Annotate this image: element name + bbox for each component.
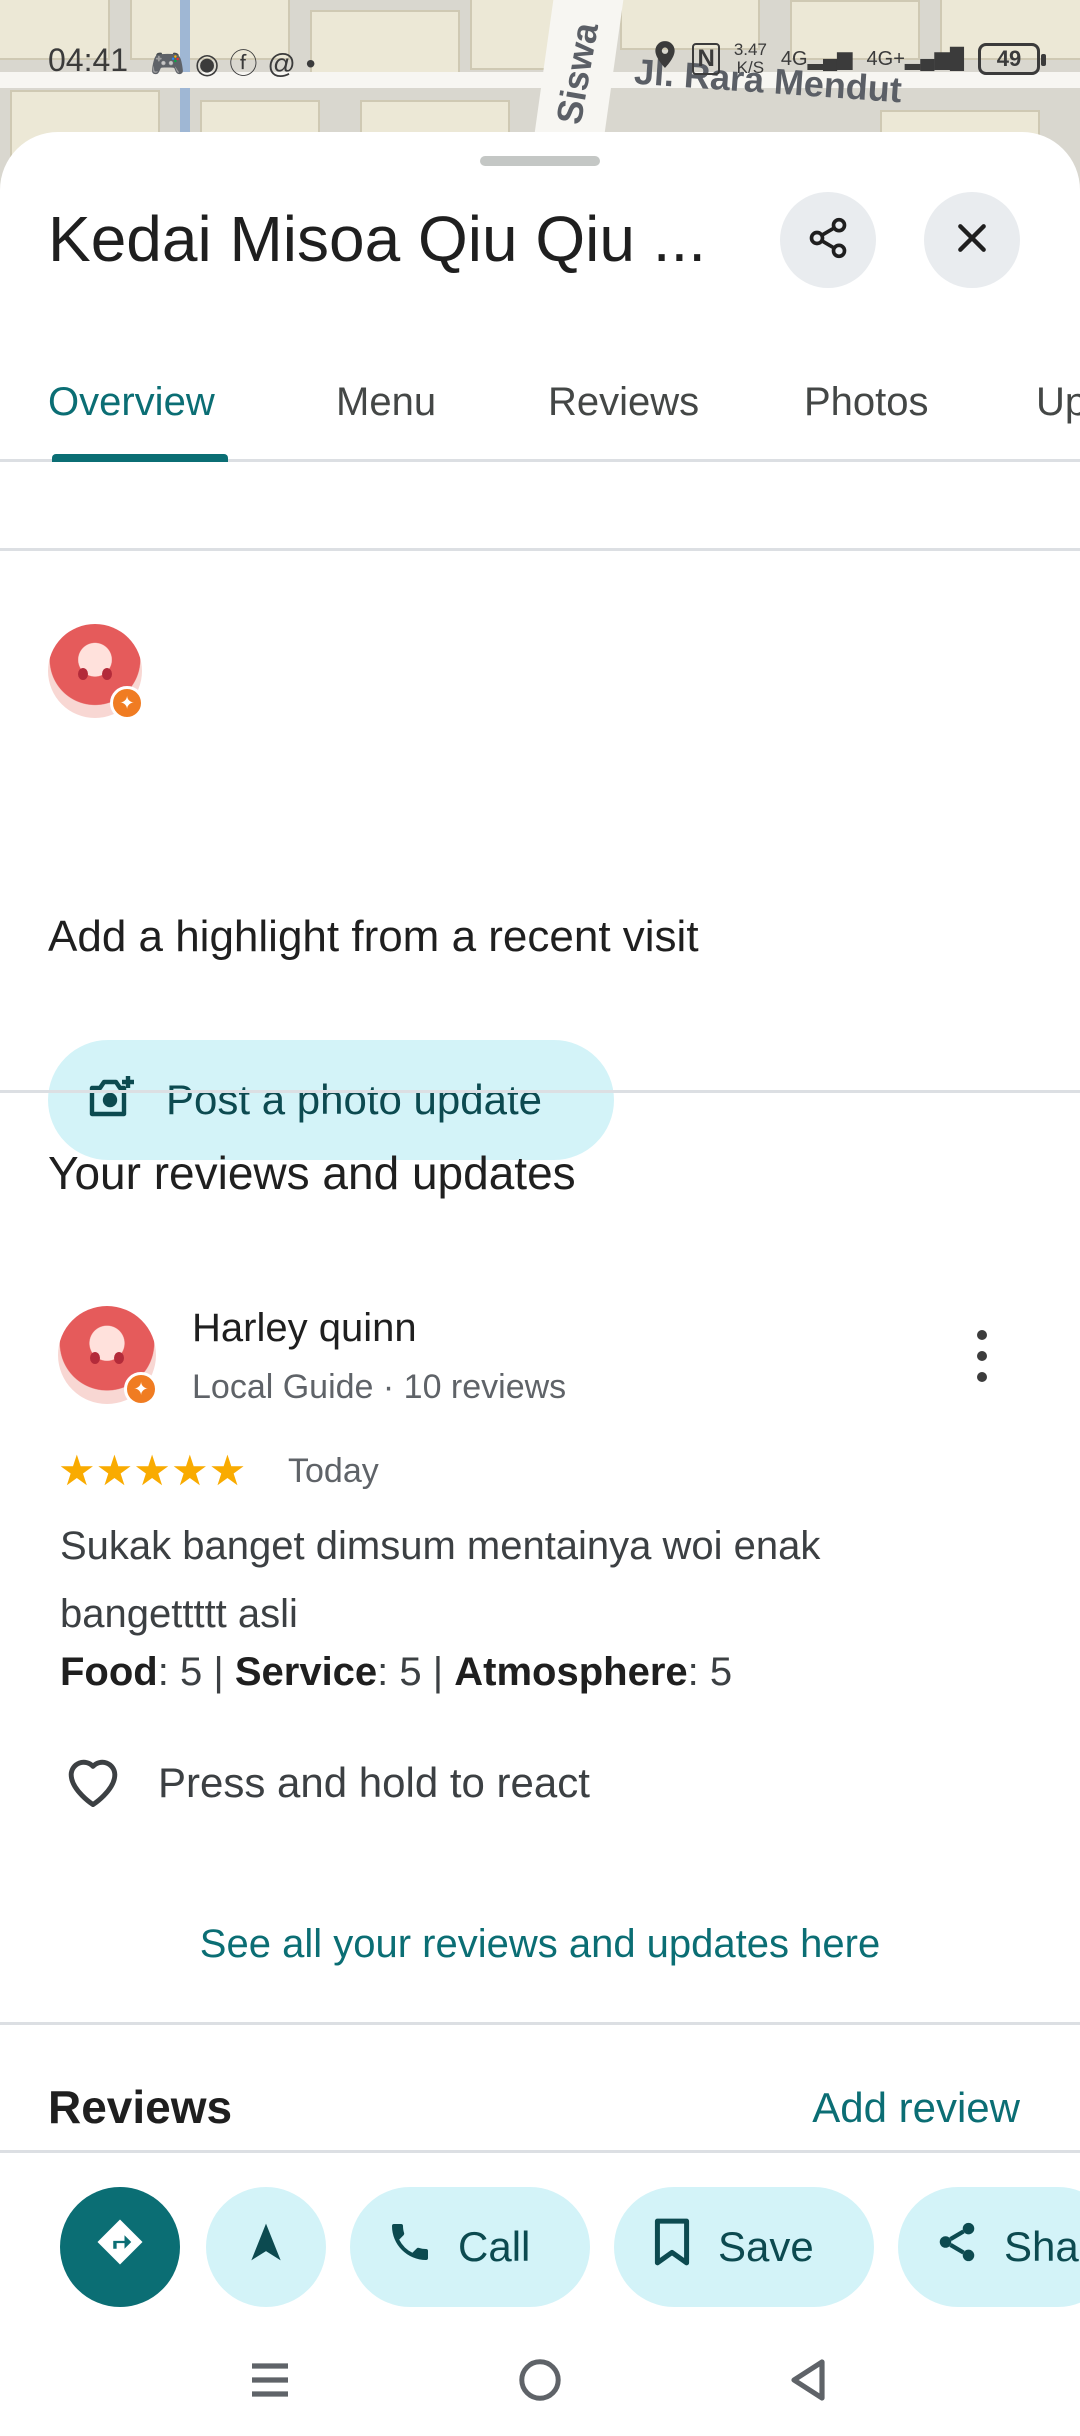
avatar-eye [90,1352,100,1364]
reviewer-name[interactable]: Harley quinn [192,1306,417,1351]
food-value: : 5 | [157,1650,235,1694]
network-label: 4G [780,48,808,70]
app-notification-icon: ◉ [194,48,230,79]
heart-icon [60,1750,126,1815]
save-button[interactable]: Save [614,2187,874,2307]
post-photo-update-button[interactable]: Post a photo update [48,1040,614,1160]
action-bar: Call Save Sha [0,2150,1080,2328]
active-tab-indicator [52,454,228,462]
avatar-eye [78,668,88,680]
add-photo-icon [86,1074,138,1127]
your-reviews-title: Your reviews and updates [48,1147,576,1199]
drag-handle[interactable] [480,156,600,166]
more-notifications-dot-icon: • [305,48,326,79]
share-place-button[interactable]: Sha [898,2187,1080,2307]
battery-level: 49 [996,45,1022,71]
threads-icon: @ [267,48,306,79]
nfc-icon: N [692,42,720,75]
react-button[interactable]: Press and hold to react [60,1750,590,1815]
navigation-arrow-icon [244,2218,288,2276]
avatar-eye [114,1352,124,1364]
facebook-icon: ⓕ [229,48,268,79]
highlight-title: Add a highlight from a recent visit [48,912,699,961]
service-value: : 5 | [377,1650,455,1694]
review-text: Sukak banget dimsum mentainya woi enak b… [60,1524,821,1636]
tab-reviews[interactable]: Reviews [548,380,699,425]
call-button[interactable]: Call [350,2187,590,2307]
tab-updates[interactable]: Up [1036,380,1080,425]
avatar-eye [102,668,112,680]
post-photo-update-label: Post a photo update [166,1076,542,1123]
notification-icons: 🎮◉ⓕ@• [150,42,326,82]
review-subratings: Food: 5 | Service: 5 | Atmosphere: 5 [60,1650,732,1695]
share-label: Sha [1004,2223,1079,2270]
network-label: 4G+ [866,48,905,70]
review-date: Today [288,1452,379,1490]
signal-4g: 4G▂▄▆ [780,48,853,70]
location-icon [652,40,678,77]
add-review-link[interactable]: Add review [812,2084,1020,2132]
share-button[interactable] [780,192,876,288]
recent-apps-icon[interactable] [240,2350,300,2410]
star-rating: ★★★★★ [58,1447,247,1494]
atmosphere-value: : 5 [687,1650,733,1694]
user-avatar[interactable]: ✦ [48,624,144,720]
bookmark-icon [650,2217,694,2277]
net-speed-value: 3.47 [733,39,767,59]
divider [0,1090,1080,1093]
battery-icon: 49 [978,42,1046,75]
local-guide-badge-icon: ✦ [124,1372,158,1406]
see-all-reviews-link[interactable]: See all your reviews and updates here [0,1922,1080,1967]
service-label: Service [234,1650,378,1694]
divider [0,2022,1080,2025]
close-button[interactable] [924,192,1020,288]
signal-4g-plus: 4G+▂▄▆█ [866,48,964,70]
status-bar: 04:41 🎮◉ⓕ@• N 3.47 K/S 4G▂▄▆ 4G+▂▄▆█ 49 [0,0,1080,120]
local-guide-badge-icon: ✦ [110,686,144,720]
more-options-icon[interactable] [960,1330,1004,1382]
food-label: Food [60,1650,158,1694]
tab-menu[interactable]: Menu [336,380,436,425]
phone-icon [386,2218,434,2276]
share-icon [806,216,850,265]
tab-photos[interactable]: Photos [804,380,929,425]
directions-icon [93,2215,147,2279]
divider [0,548,1080,551]
place-title: Kedai Misoa Qiu Qiu ... [48,203,707,275]
reviews-title: Reviews [48,2081,233,2133]
react-label: Press and hold to react [158,1758,590,1806]
system-nav-bar [0,2330,1080,2436]
net-speed: 3.47 K/S [733,39,767,77]
save-label: Save [718,2223,814,2270]
status-time: 04:41 [48,42,129,78]
home-icon[interactable] [510,2350,570,2410]
close-icon [952,218,992,263]
call-label: Call [458,2223,531,2270]
back-icon[interactable] [778,2350,838,2410]
tab-overview[interactable]: Overview [48,380,215,425]
tab-bar: Overview Menu Reviews Photos Up [0,342,1080,462]
start-navigation-button[interactable] [206,2187,326,2307]
reviewer-meta: Local Guide · 10 reviews [192,1368,567,1406]
net-speed-unit: K/S [736,57,765,77]
status-right-cluster: N 3.47 K/S 4G▂▄▆ 4G+▂▄▆█ 49 [652,39,1046,77]
game-controller-icon: 🎮 [150,48,195,79]
atmosphere-label: Atmosphere [454,1650,688,1694]
directions-button[interactable] [60,2187,180,2307]
share-icon [934,2219,980,2275]
reviewer-avatar[interactable]: ✦ [58,1306,158,1406]
